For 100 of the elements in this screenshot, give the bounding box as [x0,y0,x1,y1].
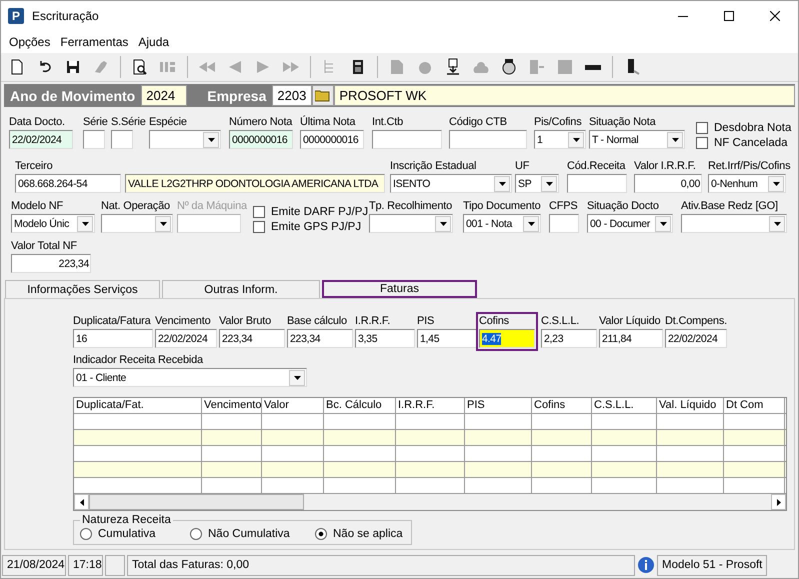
scroll-left-button[interactable] [74,494,89,510]
input-field[interactable]: 211,84 [599,329,663,348]
document-icon [388,58,406,76]
dropdown-button[interactable] [289,370,305,386]
input-field[interactable]: VALLE L2G2THRP ODONTOLOGIA AMERICANA LTDA [125,174,385,193]
input-field[interactable] [177,214,241,233]
field-label: Valor I.R.R.F. [634,160,696,172]
input-field[interactable] [567,174,627,193]
field-label: Situação Docto [587,200,659,212]
dropdown-field[interactable]: Modelo Únic [11,214,95,233]
input-field[interactable]: 3,35 [355,329,415,348]
dropdown-button[interactable] [655,216,671,232]
input-field[interactable]: 223,34 [11,254,91,273]
input-field[interactable]: 1,45 [417,329,477,348]
tab[interactable]: Informações Serviços [5,280,160,298]
status-message: Total das Faturas: 0,00 [127,554,635,576]
dropdown-button[interactable] [155,216,171,232]
column-header: Vencimento [202,398,262,413]
dropdown-field[interactable]: T - Normal [589,130,685,149]
radio-button[interactable] [315,528,327,540]
menu-item[interactable]: Opções [4,35,56,49]
field-label: Código CTB [449,116,507,128]
dropdown-button[interactable] [667,132,683,148]
info-icon [637,556,655,574]
dropdown-field[interactable]: 1 [534,130,586,149]
checkbox[interactable] [253,206,265,218]
dropdown-field[interactable]: 01 - Cliente [73,368,307,387]
dropdown-field[interactable]: 001 - Nota [463,214,541,233]
field-label: Vencimento [155,315,210,327]
checkbox[interactable] [696,122,708,134]
field-label: Inscrição Estadual [390,160,476,172]
dropdown-button[interactable] [541,176,557,192]
dropdown-field[interactable] [149,130,221,149]
dropdown-button[interactable] [568,132,584,148]
input-field[interactable] [83,130,105,149]
year-label: Ano de Movimento [9,88,136,104]
field-label: Data Docto. [9,116,65,128]
input-field[interactable] [449,130,527,149]
dropdown-button[interactable] [435,216,451,232]
year-field[interactable]: 2024 [141,85,188,106]
maximize-icon [724,11,734,21]
caret-icon [294,376,300,380]
input-field[interactable]: 068.668.264-54 [15,174,121,193]
input-field[interactable] [372,130,442,149]
app-logo: P [8,8,24,24]
input-field[interactable]: 16 [73,329,153,348]
input-field[interactable] [549,214,579,233]
checkbox[interactable] [253,221,265,233]
input-field[interactable]: 22/02/2024 [155,329,217,348]
input-field[interactable]: 22/02/2024 [665,329,727,348]
dropdown-button[interactable] [77,216,93,232]
dropdown-button[interactable] [523,216,539,232]
checkbox-label: NF Cancelada [714,137,788,149]
tab[interactable]: Outras Inform. [162,280,320,298]
column-header: Valor [262,398,324,413]
folder-button[interactable] [312,85,334,106]
field-label: Indicador Receita Recebida [73,354,203,366]
radio-button[interactable] [190,528,202,540]
input-field[interactable]: 0000000016 [229,130,293,149]
field-label: Ret.Irrf/Pis/Cofins [708,160,790,172]
field-label: Ativ.Base Redz [GO] [681,200,778,212]
dropdown-field[interactable] [369,214,453,233]
input-field[interactable]: 223,34 [287,329,353,348]
dropdown-button[interactable] [769,216,785,232]
caret-icon [440,222,446,226]
menu-item[interactable]: Ajuda [133,35,174,49]
input-field[interactable]: 22/02/2024 [9,130,73,149]
dropdown-field[interactable]: 00 - Documer [587,214,673,233]
dropdown-field[interactable]: SP [515,174,559,193]
dropdown-field[interactable] [681,214,787,233]
company-name-field[interactable]: PROSOFT WK [334,85,795,106]
tab[interactable]: Faturas [322,280,477,298]
menu-item[interactable]: Ferramentas [55,35,134,49]
input-field[interactable]: 2,23 [541,329,597,348]
field-label: Duplicata/Fatura [73,315,151,327]
input-field[interactable]: 4.47 [479,329,535,348]
radio-label: Não Cumulativa [208,528,290,540]
dropdown-field[interactable]: 0-Nenhum [708,174,786,193]
dropdown-button[interactable] [494,176,510,192]
dropdown-field[interactable] [101,214,173,233]
input-field[interactable] [111,130,133,149]
dropdown-button[interactable] [203,132,219,148]
input-field[interactable]: 0,00 [634,174,702,193]
status-time: 17:18 [68,554,103,576]
panel-icon [528,58,546,76]
scroll-thumb[interactable] [89,494,304,510]
field-label: PIS [417,315,434,327]
horizontal-scrollbar[interactable] [74,494,786,510]
field-label: Número Nota [229,116,292,128]
field-label: Espécie [149,116,187,128]
dropdown-field[interactable]: ISENTO [390,174,512,193]
company-code-field[interactable]: 2203 [272,85,312,106]
scroll-right-button[interactable] [771,494,786,510]
input-field[interactable]: 223,34 [219,329,285,348]
field-label: Int.Ctb [372,116,404,128]
input-field[interactable]: 0000000016 [300,130,364,149]
dropdown-button[interactable] [768,176,784,192]
caret-icon [498,182,506,186]
radio-button[interactable] [80,528,92,540]
checkbox[interactable] [696,137,708,149]
